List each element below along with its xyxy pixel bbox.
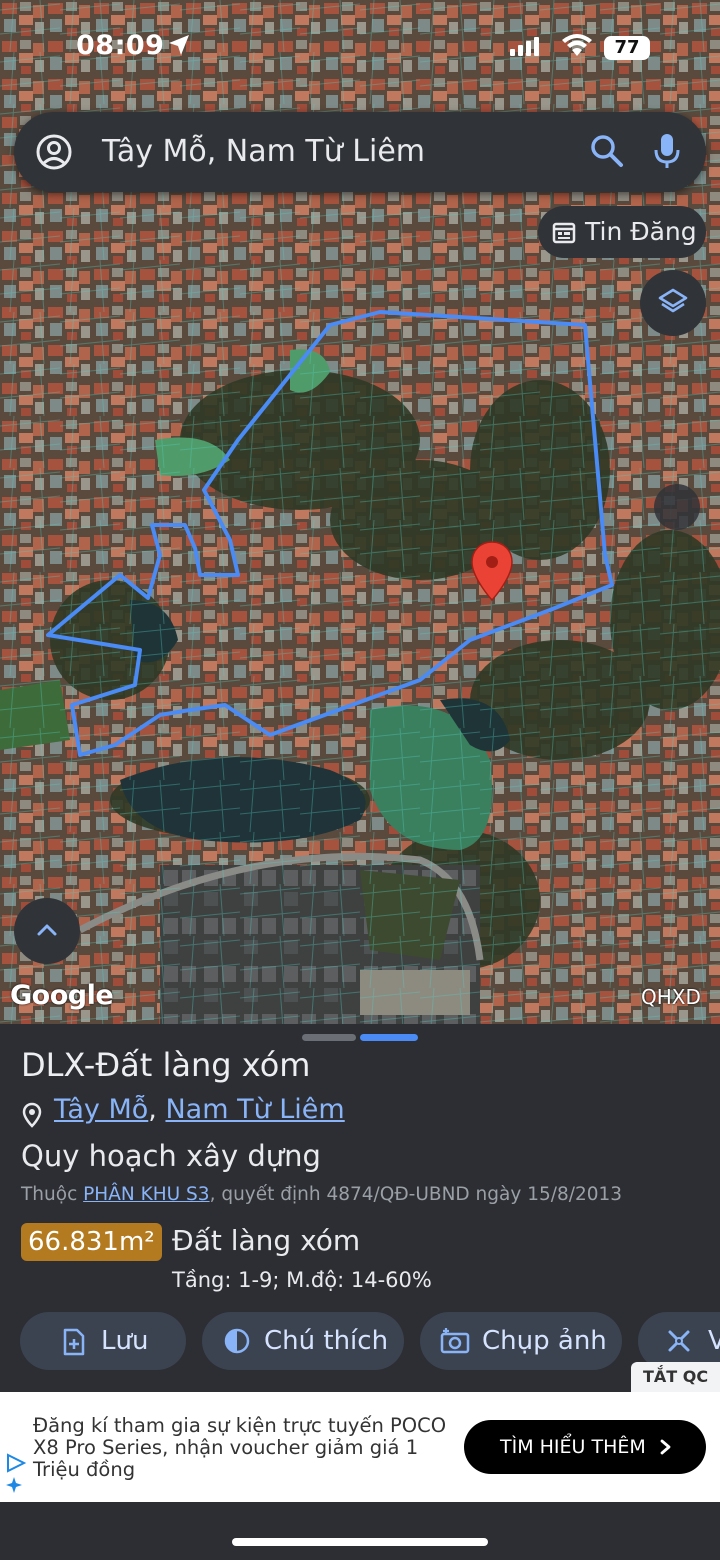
- legend-button[interactable]: Chú thích: [202, 1312, 404, 1370]
- status-bar: 08:09 77: [0, 22, 720, 78]
- listings-chip-label: Tin Đăng: [585, 217, 697, 246]
- layers-icon: [658, 288, 688, 313]
- land-type: Đất làng xóm: [172, 1224, 361, 1257]
- account-icon[interactable]: [36, 134, 72, 170]
- learn-more-label: TÌM HIỂU THÊM: [500, 1436, 646, 1458]
- cellular-signal-icon: [510, 37, 539, 56]
- district-link[interactable]: Nam Từ Liêm: [165, 1094, 344, 1125]
- google-logo: Google: [10, 980, 114, 1011]
- microphone-icon[interactable]: [652, 132, 682, 170]
- battery-indicator: 77: [604, 36, 650, 60]
- area-badge: 66.831m²: [21, 1223, 162, 1261]
- sheet-handle[interactable]: [302, 1034, 356, 1041]
- home-indicator[interactable]: [232, 1538, 488, 1546]
- search-bar[interactable]: Tây Mỗ, Nam Từ Liêm: [14, 112, 706, 192]
- screenshot-button[interactable]: Chụp ảnh: [420, 1312, 622, 1370]
- plan-reference: Thuộc PHÂN KHU S3, quyết định 4874/QĐ-UB…: [21, 1184, 622, 1205]
- add-document-icon: [63, 1328, 85, 1356]
- place-line: Tây Mỗ, Nam Từ Liêm: [54, 1094, 345, 1125]
- location-marker[interactable]: [470, 540, 514, 602]
- wifi-icon: [562, 34, 592, 56]
- expand-up-button[interactable]: [14, 898, 80, 964]
- camera-add-icon: [440, 1328, 470, 1354]
- status-time: 08:09: [76, 30, 165, 61]
- zone-link[interactable]: PHÂN KHU S3: [83, 1184, 209, 1205]
- section-heading: Quy hoạch xây dựng: [21, 1139, 321, 1173]
- listings-chip[interactable]: Tin Đăng: [538, 206, 706, 258]
- legend-button-label: Chú thích: [264, 1326, 389, 1356]
- save-button[interactable]: Lưu: [20, 1312, 186, 1370]
- ad-choices-icon[interactable]: [6, 1453, 28, 1493]
- ad-banner[interactable]: Đăng kí tham gia sự kiện trực tuyến POCO…: [0, 1392, 720, 1502]
- learn-more-button[interactable]: TÌM HIỂU THÊM: [464, 1420, 706, 1474]
- building-details: Tầng: 1-9; M.độ: 14-60%: [172, 1268, 432, 1292]
- chevron-up-icon: [37, 924, 57, 936]
- ward-link[interactable]: Tây Mỗ: [54, 1094, 148, 1125]
- belong-prefix: Thuộc: [21, 1184, 78, 1205]
- map-view[interactable]: 08:09 77 Tây Mỗ, Nam Từ Liêm Tin Đăng Go…: [0, 0, 720, 1030]
- place-pin-icon: [22, 1102, 42, 1128]
- ad-text: Đăng kí tham gia sự kiện trực tuyến POCO…: [33, 1414, 447, 1481]
- search-icon[interactable]: [590, 134, 624, 168]
- decision-text: , quyết định 4874/QĐ-UBND ngày 15/8/2013: [209, 1184, 623, 1205]
- save-button-label: Lưu: [101, 1326, 149, 1356]
- sheet-handle-active[interactable]: [360, 1034, 418, 1041]
- layers-button[interactable]: [640, 270, 706, 336]
- layer-label: QHXD: [641, 985, 701, 1009]
- map-control-button[interactable]: [654, 484, 700, 530]
- tools-icon: [668, 1330, 690, 1352]
- location-arrow-icon: [169, 35, 189, 55]
- parcel-title: DLX-Đất làng xóm: [21, 1046, 311, 1084]
- search-input[interactable]: Tây Mỗ, Nam Từ Liêm: [102, 112, 425, 192]
- contrast-icon: [224, 1328, 250, 1354]
- hide-ads-button[interactable]: TẮT QC: [631, 1362, 720, 1392]
- screenshot-button-label: Chụp ảnh: [482, 1326, 607, 1356]
- chevron-right-icon: [660, 1439, 671, 1455]
- calendar-icon: [552, 222, 576, 244]
- place-separator: ,: [148, 1094, 157, 1125]
